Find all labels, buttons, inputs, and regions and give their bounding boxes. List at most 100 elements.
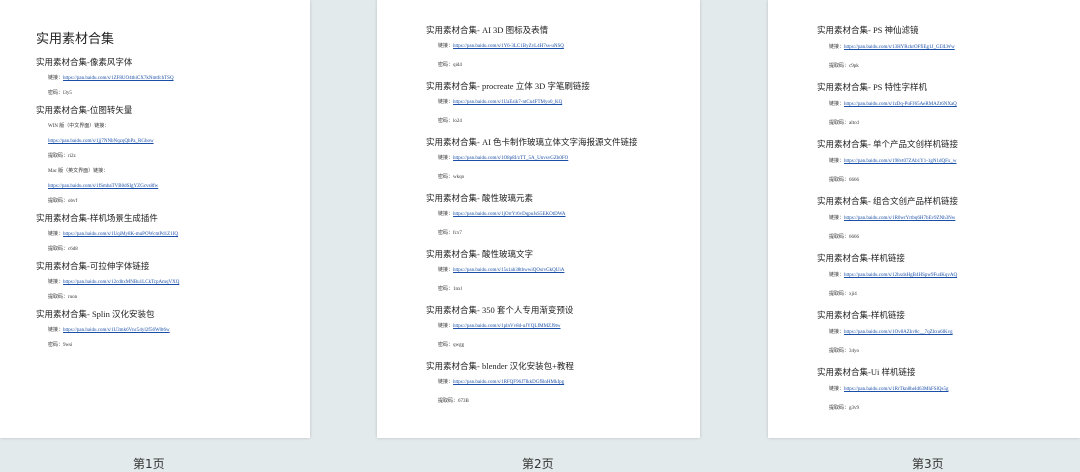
download-link[interactable]: https://pan.baidu.com/s/1zDq-PuFJ65AeRMA… xyxy=(844,102,957,107)
section-heading: 实用素材合集- Splin 汉化安装包 xyxy=(36,309,155,319)
info-row: 密码：1nxl xyxy=(438,287,700,293)
row-label: 链接： xyxy=(48,76,64,81)
info-row: https://pan.baidu.com/s/1jj7NNbNqzqQhPa_… xyxy=(48,139,310,145)
download-link[interactable]: https://pan.baidu.com/s/15s1ab38tbwwiQOs… xyxy=(453,268,564,273)
info-row: 提取码：xji4 xyxy=(829,292,1080,298)
info-row: 提取码：34yo xyxy=(829,349,1080,355)
info-row: WIN 版（中文界面）链接： xyxy=(48,124,310,130)
info-row: 链接：https://pan.baidu.com/s/1Y6-3LC1ByZvL… xyxy=(438,44,700,50)
info-row: 链接：https://pan.baidu.com/s/12hxdsHgB4HSp… xyxy=(829,273,1080,279)
row-label: 提取码：ri2z xyxy=(48,154,76,159)
document-section: 实用素材合集- AI 3D 图标及表情 链接：https://pan.baidu.… xyxy=(426,24,700,69)
download-link[interactable]: https://pan.baidu.com/s/1UaEsik7-ntCn4FT… xyxy=(453,100,562,105)
row-label: WIN 版（中文界面）链接： xyxy=(48,124,110,129)
download-link[interactable]: https://pan.baidu.com/s/198vt07ZAb1Y1-1g… xyxy=(844,159,957,164)
info-row: 提取码：c9pk xyxy=(829,64,1080,70)
document-section: 实用素材合集-像素风字体链接：https://pan.baidu.com/s/1… xyxy=(36,56,310,97)
document-section: 实用素材合集- procreate 立体 3D 字笔刷链接链接：https://… xyxy=(426,80,700,125)
info-row: 链接：https://pan.baidu.com/s/1UaEsik7-ntCn… xyxy=(438,100,700,106)
info-row: 密码：lo24 xyxy=(438,119,700,125)
row-label: 链接： xyxy=(438,44,454,49)
document-section: 实用素材合集-样机场景生成插件链接：https://pan.baidu.com/… xyxy=(36,212,310,253)
info-row: 密码：9wsi xyxy=(48,343,310,349)
section-heading: 实用素材合集- 单个产品文创样机链接 xyxy=(817,139,958,149)
document-section: 实用素材合集-Ui 样机链接 链接：https://pan.baidu.com/s… xyxy=(817,366,1080,412)
row-label: 链接： xyxy=(48,232,64,237)
row-label: 提取码：c6d8 xyxy=(48,247,78,252)
document-section: 实用素材合集- 单个产品文创样机链接链接：https://pan.baidu.c… xyxy=(817,138,1080,184)
info-row: 链接：https://pan.baidu.com/s/1RFQF96J7IkkD… xyxy=(438,380,700,386)
document-section: 实用素材合集- blender 汉化安装包+教程链接：https://pan.b… xyxy=(426,360,700,405)
document-section: 实用素材合集-样机链接链接：https://pan.baidu.com/s/1O… xyxy=(817,309,1080,355)
section-heading: 实用素材合集- PS 神仙滤镜 xyxy=(817,25,919,35)
row-label: 提取码：6666 xyxy=(829,235,860,240)
info-row: 提取码：c6d8 xyxy=(48,247,310,253)
info-row: 链接：https://pan.baidu.com/s/12cdbxMNBu1LC… xyxy=(48,280,310,286)
section-heading: 实用素材合集-可拉伸字体链接 xyxy=(36,261,150,271)
download-link[interactable]: https://pan.baidu.com/s/12cdbxMNBu1LCkTc… xyxy=(63,280,179,285)
row-label: 提取码：c9pk xyxy=(829,64,859,69)
section-heading: 实用素材合集-Ui 样机链接 xyxy=(817,367,916,377)
row-label: 提取码：34yo xyxy=(829,349,860,354)
download-link[interactable]: https://pan.baidu.com/s/1jOrrYr6vDqpuJsS… xyxy=(453,212,566,217)
row-label: 链接： xyxy=(438,268,454,273)
download-link[interactable]: https://pan.baidu.com/s/1UqiMy8K-muPOWcm… xyxy=(63,232,178,237)
info-row: 链接：https://pan.baidu.com/s/1O8p8I/zTT_5A… xyxy=(438,156,700,162)
info-row: 提取码：673B xyxy=(438,399,700,405)
info-row: 密码：fcx7 xyxy=(438,231,700,237)
download-link[interactable]: https://pan.baidu.com/s/12hxdsHgB4HSpw9F… xyxy=(844,273,957,278)
document-section: 实用素材合集- AI 色卡制作玻璃立体文字海报源文件链接链接：https://p… xyxy=(426,136,700,181)
row-label: 提取码：673B xyxy=(438,399,469,404)
row-label: 链接： xyxy=(438,156,454,161)
info-row: 提取码：ruon xyxy=(48,295,310,301)
section-heading: 实用素材合集- 酸性玻璃文字 xyxy=(426,249,533,259)
download-link[interactable]: https://pan.baidu.com/s/1RrTkn8heId63MhF… xyxy=(844,387,948,392)
info-row: 链接：https://pan.baidu.com/s/1ZF8UO4thiCX7… xyxy=(48,76,310,82)
row-label: 链接： xyxy=(829,330,845,335)
info-row: 链接：https://pan.baidu.com/s/1R0wrYrtbq6H7… xyxy=(829,216,1080,222)
info-row: 提取码：6666 xyxy=(829,178,1080,184)
section-heading: 实用素材合集-样机链接 xyxy=(817,310,905,320)
section-heading: 实用素材合集- procreate 立体 3D 字笔刷链接 xyxy=(426,81,590,91)
download-link[interactable]: https://pan.baidu.com/s/1ZF8UO4thiCX7kNm… xyxy=(63,76,174,81)
row-label: 链接： xyxy=(829,45,845,50)
section-heading: 实用素材合集-样机场景生成插件 xyxy=(36,213,158,223)
download-link[interactable]: https://pan.baidu.com/s/1Ov8AZkv8c__7qZb… xyxy=(844,330,953,335)
info-row: 密码：l3y5 xyxy=(48,91,310,97)
section-heading: 实用素材合集-像素风字体 xyxy=(36,57,133,67)
document-section: 实用素材合集- PS 特性字样机 链接：https://pan.baidu.com… xyxy=(817,81,1080,127)
info-row: 提取码：altcd xyxy=(829,121,1080,127)
document-section: 实用素材合集- 组合文创产品样机链接链接：https://pan.baidu.c… xyxy=(817,195,1080,241)
download-link[interactable]: https://pan.baidu.com/s/1jj7NNbNqzqQhPa_… xyxy=(48,139,154,144)
row-label: 链接： xyxy=(48,280,64,285)
row-label: 密码：1nxl xyxy=(438,287,462,292)
section-heading: 实用素材合集- AI 色卡制作玻璃立体文字海报源文件链接 xyxy=(426,137,638,147)
row-label: 链接： xyxy=(438,212,454,217)
section-heading: 实用素材合集-样机链接 xyxy=(817,253,905,263)
download-link[interactable]: https://pan.baidu.com/s/1RFQF96J7IkkDGfB… xyxy=(453,380,564,385)
section-heading: 实用素材合集- 组合文创产品样机链接 xyxy=(817,196,958,206)
download-link[interactable]: https://pan.baidu.com/s/1R0wrYrtbq6H7bEv… xyxy=(844,216,955,221)
page-number-label: 第3页 xyxy=(912,457,944,471)
row-label: 链接： xyxy=(438,324,454,329)
info-row: https://pan.baidu.com/s/1fSmbaTVB0dSIgYZ… xyxy=(48,184,310,190)
document-page-1: 实用素材合集 实用素材合集-像素风字体 链接：https://pan.baidu.… xyxy=(0,0,310,438)
download-link[interactable]: https://pan.baidu.com/s/1O8p8I/zTT_5A_Un… xyxy=(453,156,568,161)
section-heading: 实用素材合集- 350 套个人专用渐变预设 xyxy=(426,305,574,315)
info-row: Mac 版（英文界面）链接： xyxy=(48,169,310,175)
row-label: 提取码：obvf xyxy=(48,199,78,204)
document-section: 实用素材合集- PS 神仙滤镜链接：https://pan.baidu.com/… xyxy=(817,24,1080,70)
document-page-2: 实用素材合集- AI 3D 图标及表情 链接：https://pan.baidu.… xyxy=(377,0,700,438)
download-link[interactable]: https://pan.baidu.com/s/1U3mk6Vnc54yl2f5… xyxy=(63,328,170,333)
download-link[interactable]: https://pan.baidu.com/s/1fSmbaTVB0dSIgYZ… xyxy=(48,184,158,189)
row-label: 密码：qwgg xyxy=(438,343,465,348)
info-row: 密码：wkqo xyxy=(438,175,700,181)
row-label: 链接： xyxy=(829,216,845,221)
row-label: 链接： xyxy=(829,159,845,164)
row-label: Mac 版（英文界面）链接： xyxy=(48,169,109,174)
section-heading: 实用素材合集- PS 特性字样机 xyxy=(817,82,928,92)
download-link[interactable]: https://pan.baidu.com/s/1Y6-3LC1ByZvL4H7… xyxy=(453,44,564,49)
download-link[interactable]: https://pan.baidu.com/s/13HYRckrOFfiEg1J… xyxy=(844,45,955,50)
download-link[interactable]: https://pan.baidu.com/s/1plnVv8d-uJYQLfM… xyxy=(453,324,561,329)
section-heading: 实用素材合集- blender 汉化安装包+教程 xyxy=(426,361,574,371)
